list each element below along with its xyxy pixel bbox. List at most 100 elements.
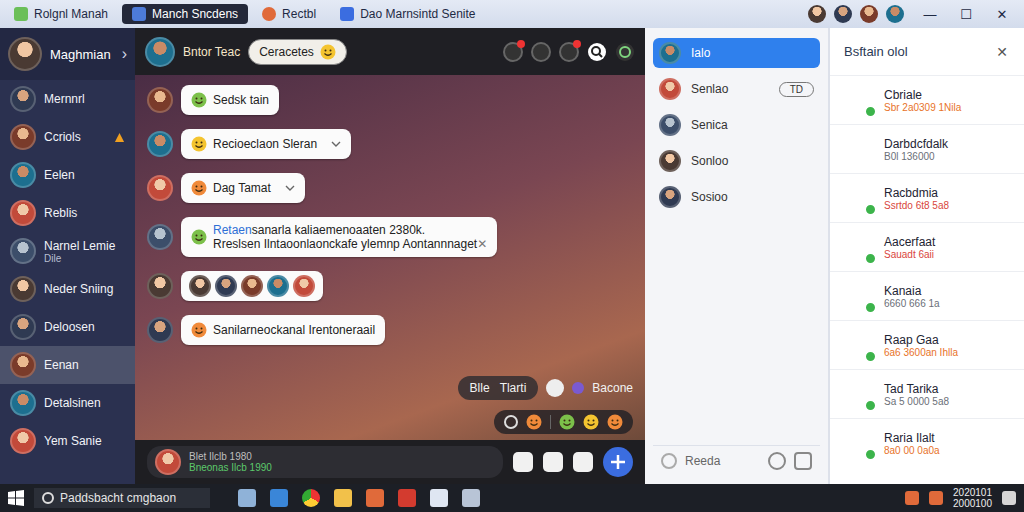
- chat-pane: Bntor Teac Ceracetes Sedsk tain Recioecl…: [135, 28, 645, 484]
- message-bubble[interactable]: Retaensanarla kaliaemenoaaten 2380k. Rre…: [181, 217, 497, 257]
- message-icon[interactable]: [559, 42, 579, 62]
- sidebar-item[interactable]: Ccriols: [0, 118, 135, 156]
- tray-icon[interactable]: [929, 491, 943, 505]
- attach-icon[interactable]: [513, 452, 533, 472]
- contact-row[interactable]: Tad Tarika Sa 5 0000 5a8: [830, 369, 1024, 418]
- window-control[interactable]: ✕: [984, 1, 1020, 27]
- taskbar-app-icon[interactable]: [430, 489, 448, 507]
- sender-avatar[interactable]: [147, 317, 173, 343]
- window-tab[interactable]: Rolgnl Manah: [4, 4, 118, 24]
- close-button[interactable]: ✕: [990, 43, 1014, 61]
- status-dot: [546, 379, 564, 397]
- app-icon: [340, 7, 354, 21]
- sidebar-item[interactable]: Reblis: [0, 194, 135, 232]
- contact-row[interactable]: Cbriale Sbr 2a0309 1Nila: [830, 75, 1024, 124]
- user-avatar: [155, 449, 181, 475]
- sidebar-item[interactable]: Mernnrl: [0, 80, 135, 118]
- contact-row[interactable]: Aacerfaat Sauadt 6aii: [830, 222, 1024, 271]
- online-dot: [864, 350, 877, 363]
- sender-avatar[interactable]: [147, 224, 173, 250]
- taskbar-app-icon[interactable]: [270, 489, 288, 507]
- window-tab[interactable]: Manch Sncdens: [122, 4, 248, 24]
- refresh-icon[interactable]: [615, 42, 635, 62]
- user-avatar[interactable]: [834, 5, 852, 23]
- warning-icon: [114, 132, 125, 143]
- channel-panel: Ialo Senlao TD Senica Sonloo Sosioo Reed…: [645, 28, 830, 484]
- app-icon: [132, 7, 146, 21]
- sidebar-item[interactable]: Deloosen: [0, 308, 135, 346]
- window-control[interactable]: ☐: [948, 1, 984, 27]
- participants-bubble[interactable]: [181, 271, 323, 301]
- online-dot: [864, 203, 877, 216]
- contact-row[interactable]: Kanaia 6660 666 1a: [830, 271, 1024, 320]
- participant-avatar: [215, 275, 237, 297]
- sender-avatar[interactable]: [147, 273, 173, 299]
- window-tab[interactable]: Rectbl: [252, 4, 326, 24]
- sidebar-item[interactable]: Eenan: [0, 346, 135, 384]
- emoji-icon[interactable]: [573, 452, 593, 472]
- message-input[interactable]: Blet Ilclb 1980 Bneonas Ilcb 1990: [147, 446, 503, 478]
- channel-item[interactable]: Senica: [653, 110, 820, 140]
- chevron-icon[interactable]: [285, 185, 295, 191]
- sender-avatar[interactable]: [147, 131, 173, 157]
- contact-row[interactable]: Darbdcfdalk B0l 136000: [830, 124, 1024, 173]
- window-tab[interactable]: Dao Marnsintd Senite: [330, 4, 485, 24]
- channel-item[interactable]: Senlao TD: [653, 74, 820, 104]
- add-icon[interactable]: [603, 447, 633, 477]
- message-bubble[interactable]: Sanilarneockanal Irentoneraail: [181, 315, 385, 345]
- sender-avatar[interactable]: [147, 175, 173, 201]
- taskbar-app-icon[interactable]: [398, 489, 416, 507]
- clock[interactable]: 2020101 2000100: [953, 487, 992, 509]
- taskbar-app-icon[interactable]: [302, 489, 320, 507]
- message-list: Sedsk tain Recioeclaon Sleran Dag Tamat …: [135, 75, 645, 440]
- taskbar-search[interactable]: Paddsbacht cmgbaon: [34, 488, 210, 508]
- taskbar-app-icon[interactable]: [462, 489, 480, 507]
- sidebar-item[interactable]: Eelen: [0, 156, 135, 194]
- composer: Blet Ilclb 1980 Bneonas Ilcb 1990: [135, 440, 645, 484]
- taskbar-app-icon[interactable]: [334, 489, 352, 507]
- tray-icon[interactable]: [905, 491, 919, 505]
- message-bubble[interactable]: Sedsk tain: [181, 85, 279, 115]
- record-icon[interactable]: [531, 42, 551, 62]
- message-row: Retaensanarla kaliaemenoaaten 2380k. Rre…: [147, 217, 633, 257]
- user-avatar[interactable]: [808, 5, 826, 23]
- contact-avatar: [10, 124, 36, 150]
- channel-avatar: [659, 114, 681, 136]
- message-bubble[interactable]: Recioeclaon Sleran: [181, 129, 351, 159]
- quick-replies[interactable]: BlleTlarti: [458, 376, 539, 400]
- camera-icon[interactable]: [768, 452, 786, 470]
- chat-avatar[interactable]: [145, 37, 175, 67]
- message-row: Sedsk tain: [147, 85, 633, 115]
- search-icon[interactable]: [587, 42, 607, 62]
- channel-item[interactable]: Sosioo: [653, 182, 820, 212]
- timer-icon[interactable]: [504, 415, 518, 429]
- sender-avatar[interactable]: [147, 87, 173, 113]
- taskbar-app-icon[interactable]: [238, 489, 256, 507]
- windows-icon[interactable]: [8, 490, 24, 506]
- sidebar-item[interactable]: Neder Sniing: [0, 270, 135, 308]
- sidebar-item[interactable]: Yem Sanie: [0, 422, 135, 460]
- panel-search[interactable]: Reeda: [653, 445, 820, 476]
- contact-row[interactable]: Raap Gaa 6a6 3600an Ihlla: [830, 320, 1024, 369]
- user-avatar[interactable]: [886, 5, 904, 23]
- notification-icon[interactable]: [503, 42, 523, 62]
- contact-row[interactable]: Racbdmia Ssrtdo 6t8 5a8: [830, 173, 1024, 222]
- gallery-icon[interactable]: [794, 452, 812, 470]
- notification-icon[interactable]: [1002, 491, 1016, 505]
- profile-header[interactable]: Maghmian ›: [0, 28, 135, 80]
- sticker-icon[interactable]: [543, 452, 563, 472]
- contact-avatar: [10, 276, 36, 302]
- chevron-icon[interactable]: [331, 141, 341, 147]
- contact-row[interactable]: Raria Ilalt 8a0 00 0a0a: [830, 418, 1024, 467]
- channel-item[interactable]: Ialo: [653, 38, 820, 68]
- user-avatar[interactable]: [860, 5, 878, 23]
- status-pill[interactable]: Ceracetes: [248, 39, 347, 65]
- message-bubble[interactable]: Dag Tamat: [181, 173, 305, 203]
- sidebar-item[interactable]: Narnel Lemie Dile: [0, 232, 135, 270]
- participant-avatar: [241, 275, 263, 297]
- sidebar-item[interactable]: Detalsinen: [0, 384, 135, 422]
- channel-item[interactable]: Sonloo: [653, 146, 820, 176]
- window-control[interactable]: —: [912, 1, 948, 27]
- emoji-icon: [191, 229, 207, 245]
- taskbar-app-icon[interactable]: [366, 489, 384, 507]
